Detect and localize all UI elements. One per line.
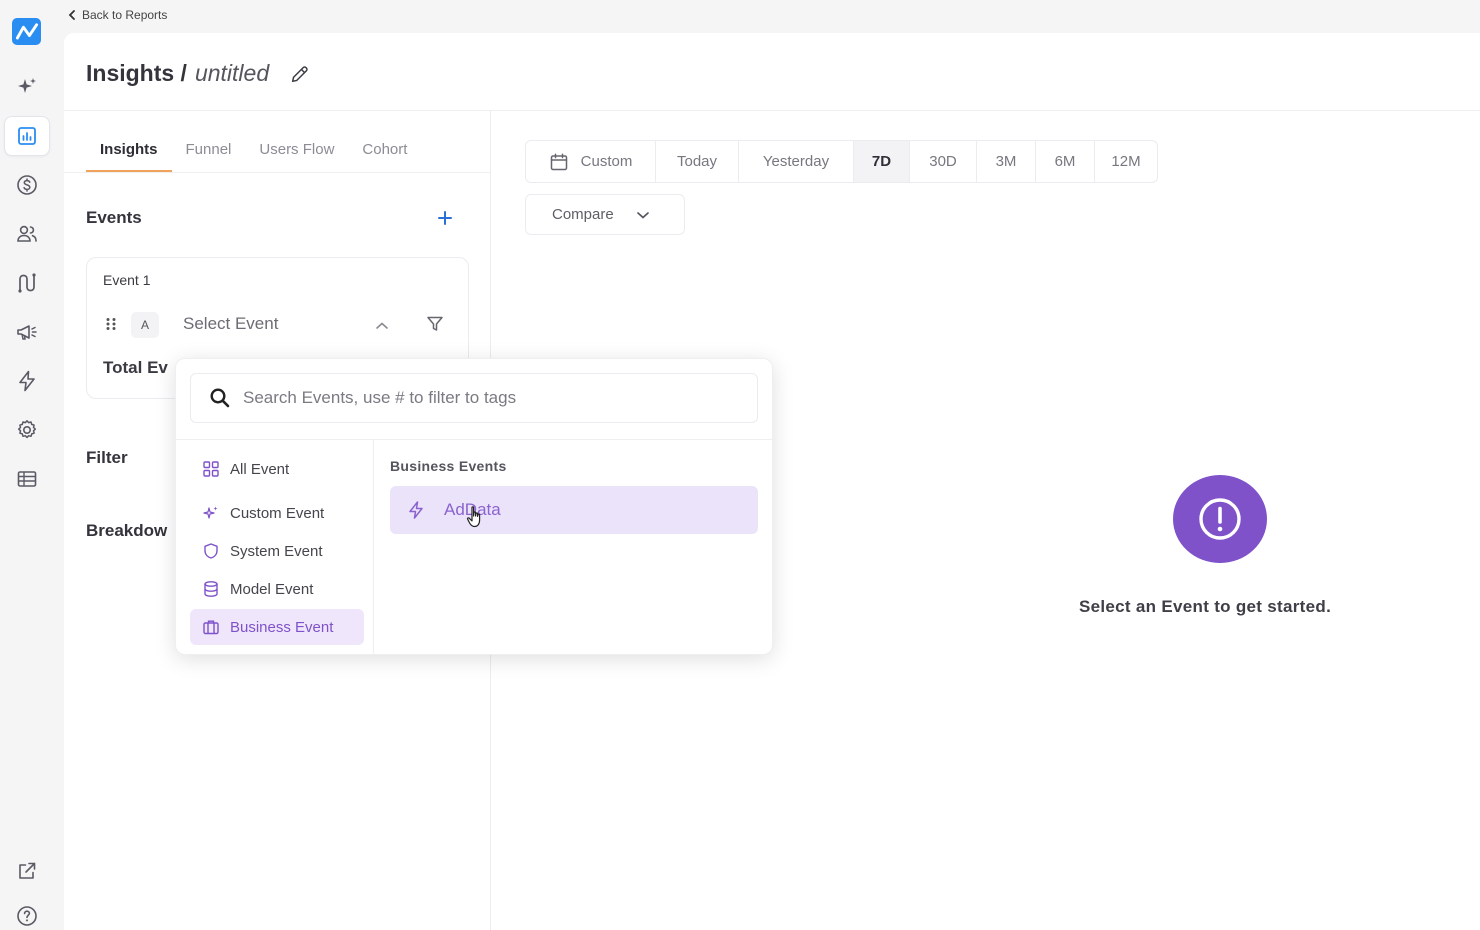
- drag-handle-icon[interactable]: [105, 317, 117, 336]
- calendar-icon: [550, 152, 567, 170]
- search-icon: [210, 388, 230, 408]
- category-label: All Event: [230, 460, 290, 478]
- shield-icon: [204, 543, 218, 559]
- category-system-event[interactable]: System Event: [190, 533, 364, 569]
- chevron-down-icon: [636, 211, 649, 219]
- range-12m[interactable]: 12M: [1095, 141, 1157, 182]
- category-label: Business Event: [230, 618, 334, 636]
- breakdown-heading: Breakdow: [86, 521, 168, 540]
- tab-cohort[interactable]: Cohort: [348, 135, 421, 172]
- empty-state-message: Select an Event to get started.: [1079, 597, 1332, 616]
- settings-icon[interactable]: [4, 410, 50, 450]
- range-6m[interactable]: 6M: [1036, 141, 1095, 182]
- bolt-icon[interactable]: [4, 361, 50, 401]
- range-today[interactable]: Today: [656, 141, 739, 182]
- total-events-label[interactable]: Total Ev: [103, 358, 168, 378]
- range-custom-label: Custom: [580, 153, 633, 170]
- app-logo[interactable]: [12, 18, 41, 45]
- dollar-icon[interactable]: [4, 165, 50, 205]
- popover-column-divider: [373, 440, 374, 655]
- range-yesterday[interactable]: Yesterday: [739, 141, 854, 182]
- database-icon: [204, 581, 218, 597]
- search-input[interactable]: [243, 388, 743, 408]
- filter-heading: Filter: [86, 448, 128, 467]
- event-category-list: All Event Custom Event System Event Mode…: [190, 451, 364, 647]
- tabs-divider: [64, 172, 490, 173]
- date-range-selector: Custom Today Yesterday 7D 30D 3M 6M 12M: [525, 140, 1158, 183]
- back-label: Back to Reports: [82, 8, 168, 22]
- report-tabs: Insights Funnel Users Flow Cohort: [86, 135, 421, 172]
- select-event-dropdown[interactable]: Select Event: [183, 314, 278, 334]
- external-link-icon[interactable]: [4, 851, 50, 891]
- event-card-title: Event 1: [103, 272, 151, 288]
- event-option-addata[interactable]: AdData: [390, 486, 758, 534]
- flow-icon[interactable]: [4, 263, 50, 303]
- grid-icon: [203, 461, 219, 477]
- chevron-left-icon: [68, 10, 75, 20]
- page-title-text: Insights /: [86, 60, 187, 86]
- compare-label: Compare: [552, 206, 614, 223]
- range-3m[interactable]: 3M: [977, 141, 1036, 182]
- alert-circle-icon: [1173, 475, 1267, 563]
- page-header: Insights / untitled: [64, 33, 1480, 111]
- megaphone-icon[interactable]: [4, 312, 50, 352]
- users-icon[interactable]: [4, 214, 50, 254]
- sparkle-icon: [203, 506, 218, 519]
- range-custom[interactable]: Custom: [526, 141, 656, 182]
- category-label: Custom Event: [230, 504, 325, 522]
- popover-divider: [176, 439, 774, 440]
- hand-cursor-icon: [466, 505, 486, 534]
- category-all-event[interactable]: All Event: [190, 451, 364, 487]
- briefcase-icon: [203, 620, 219, 635]
- filter-funnel-icon[interactable]: [425, 314, 445, 339]
- range-30d[interactable]: 30D: [910, 141, 977, 182]
- tab-users-flow[interactable]: Users Flow: [245, 135, 348, 172]
- tab-insights[interactable]: Insights: [86, 135, 172, 172]
- page-title: Insights / untitled: [86, 60, 311, 87]
- category-custom-event[interactable]: Custom Event: [190, 495, 364, 531]
- bolt-icon: [409, 501, 423, 519]
- left-rail: [0, 0, 54, 930]
- category-label: Model Event: [230, 580, 314, 598]
- help-icon[interactable]: [4, 896, 50, 930]
- range-7d[interactable]: 7D: [854, 141, 910, 182]
- category-model-event[interactable]: Model Event: [190, 571, 364, 607]
- sparkle-icon[interactable]: [4, 67, 50, 107]
- reports-icon[interactable]: [4, 116, 50, 156]
- event-letter-badge: A: [131, 312, 159, 338]
- events-heading: Events: [86, 208, 142, 227]
- compare-dropdown[interactable]: Compare: [525, 194, 685, 235]
- category-business-event[interactable]: Business Event: [190, 609, 364, 645]
- add-event-button[interactable]: [434, 207, 456, 229]
- chevron-up-icon[interactable]: [375, 318, 389, 336]
- plus-icon: [438, 211, 452, 225]
- back-to-reports-link[interactable]: Back to Reports: [68, 8, 167, 22]
- report-name[interactable]: untitled: [195, 60, 269, 87]
- pencil-icon[interactable]: [289, 63, 311, 85]
- business-events-heading: Business Events: [390, 458, 507, 474]
- event-search-box: [190, 373, 758, 423]
- table-icon[interactable]: [4, 459, 50, 499]
- tab-funnel[interactable]: Funnel: [172, 135, 246, 172]
- category-label: System Event: [230, 542, 323, 560]
